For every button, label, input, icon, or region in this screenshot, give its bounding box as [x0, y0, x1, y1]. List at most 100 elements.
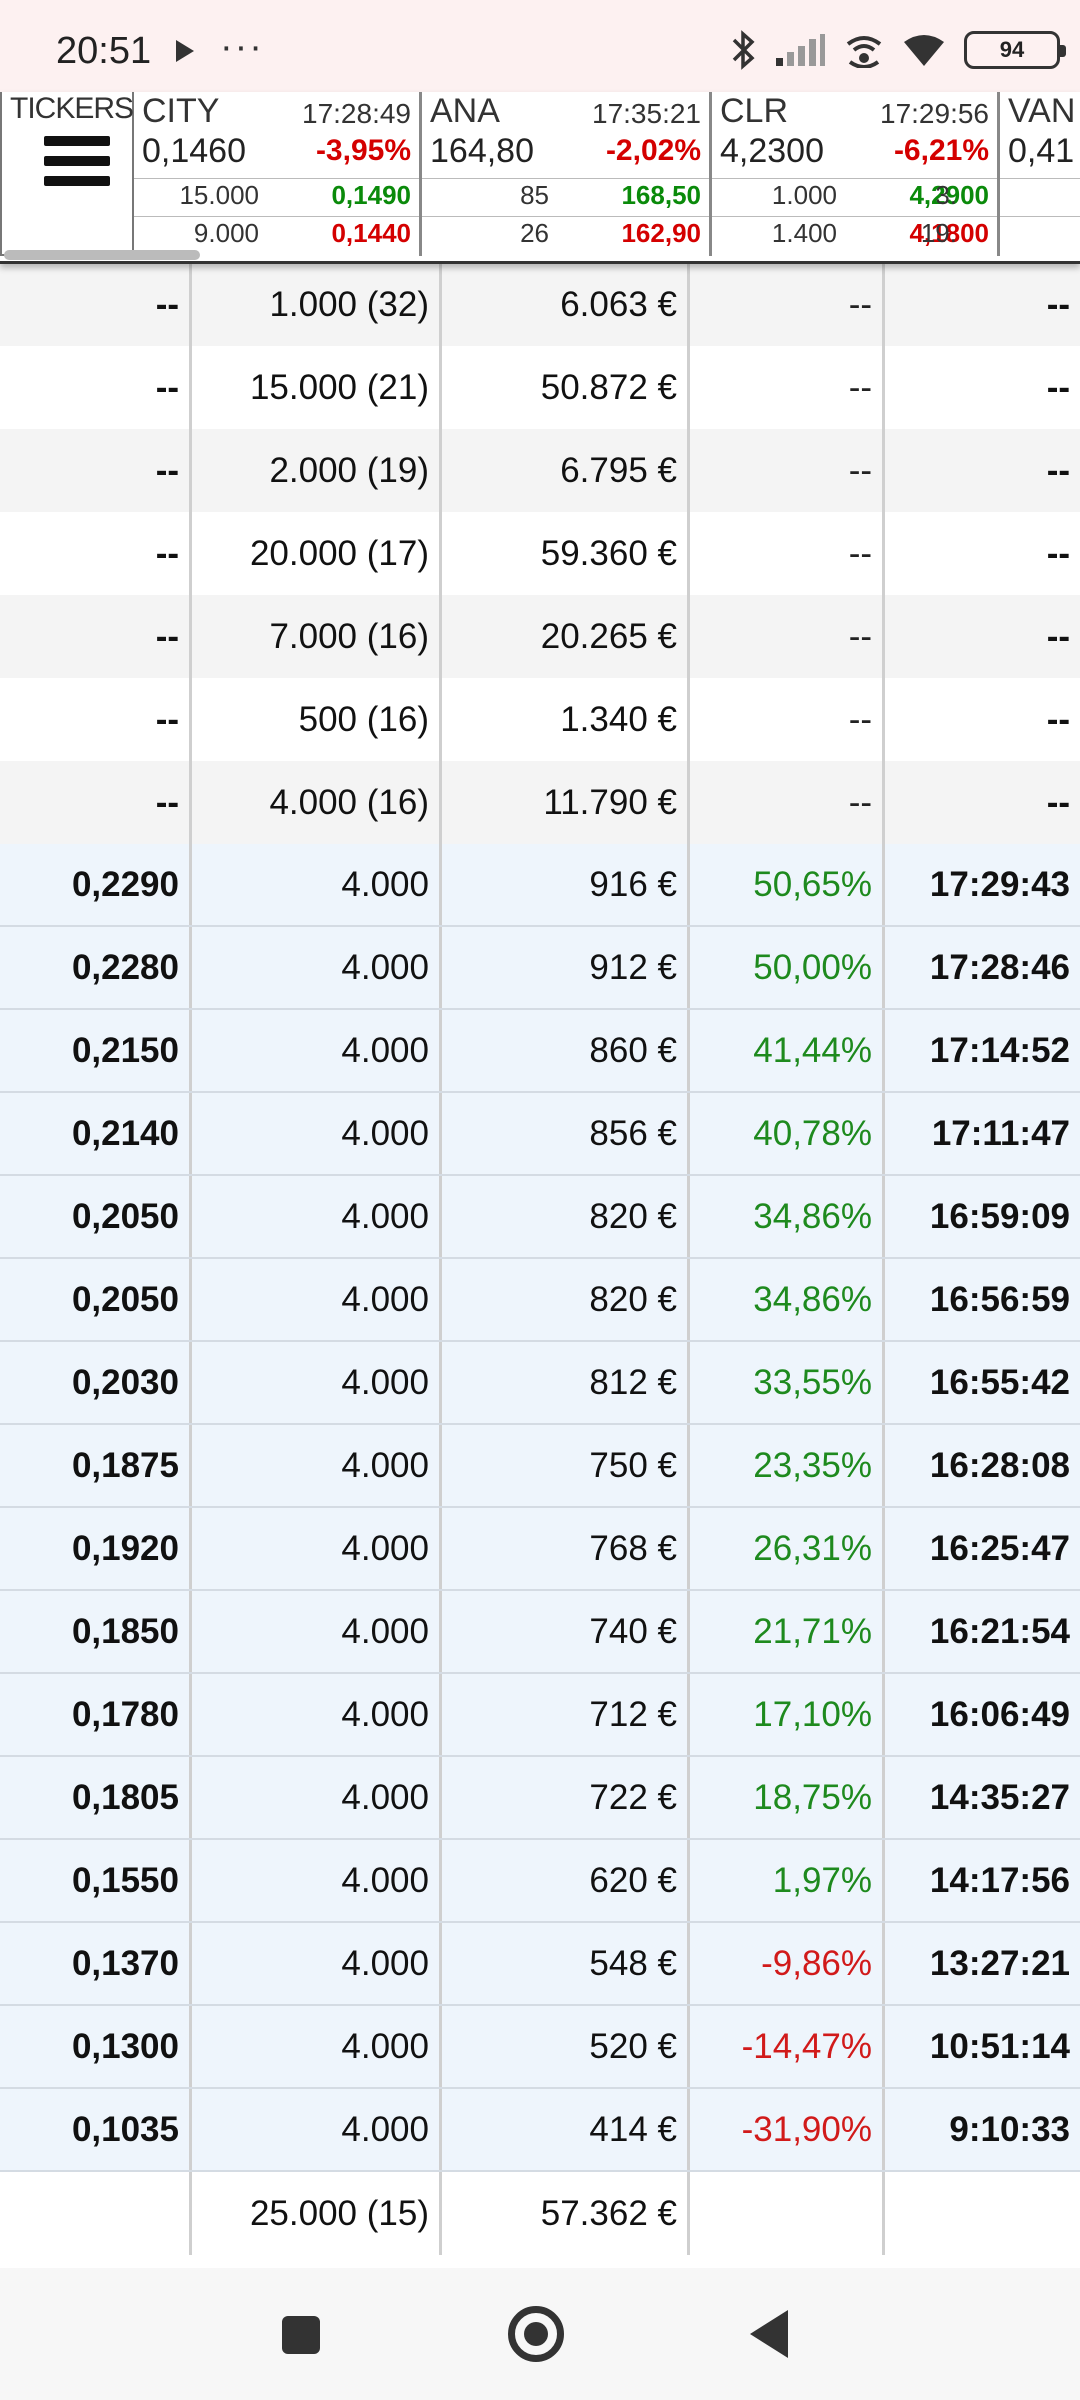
trade-row[interactable]: 0,1850 4.000 740 €21,71% 16:21:54	[0, 1591, 1080, 1674]
order-price-cell: --	[0, 346, 192, 429]
trade-value-cell: 520 €	[442, 2006, 690, 2087]
ticker-ask-qty: 1.400	[771, 218, 837, 248]
order-pct-cell: --	[690, 263, 885, 346]
trade-price-cell: 0,1780	[0, 1674, 192, 1755]
order-row[interactable]: -- 15.000 (21) 50.872 € -- --	[0, 346, 1080, 429]
trade-price-cell: 0,1300	[0, 2006, 192, 2087]
trade-row[interactable]: 0,1920 4.000 768 €26,31% 16:25:47	[0, 1508, 1080, 1591]
trade-row[interactable]: 0,2150 4.000 860 €41,44% 17:14:52	[0, 1010, 1080, 1093]
trade-time-cell: 17:28:46	[929, 947, 1070, 987]
home-circle-icon[interactable]	[508, 2306, 564, 2362]
order-time-cell: --	[1046, 616, 1070, 656]
trade-value-cell: 712 €	[442, 1674, 690, 1755]
order-value-cell: 6.795 €	[442, 429, 690, 512]
order-value-cell: 50.872 €	[442, 346, 690, 429]
order-value-cell: 11.790 €	[442, 761, 690, 844]
ticker-card-ana[interactable]: ANA 17:35:21 164,80 -2,02% 85 168,50 26 162,90	[422, 92, 712, 256]
trade-row[interactable]: 0,2280 4.000 912 €50,00% 17:28:46	[0, 927, 1080, 1010]
trade-time-cell: 16:21:54	[929, 1611, 1070, 1651]
status-bar: 20:51 ··· 94	[0, 0, 1080, 92]
order-row[interactable]: -- 500 (16) 1.340 € -- --	[0, 678, 1080, 761]
ticker-ask-qty: 9.000	[193, 218, 259, 248]
trade-qty-cell: 4.000	[192, 2089, 442, 2170]
trade-qty-cell: 4.000	[192, 1757, 442, 1838]
trade-change-cell: 40,78%	[690, 1093, 885, 1174]
trade-qty-cell: 4.000	[192, 1093, 442, 1174]
trade-value-cell: 856 €	[442, 1093, 690, 1174]
trade-qty-cell: 4.000	[192, 2006, 442, 2087]
bluetooth-icon	[732, 30, 755, 70]
ticker-time: 17:28:49	[302, 98, 411, 129]
trade-time-cell: 10:51:14	[929, 2026, 1070, 2066]
recents-square-icon[interactable]	[282, 2316, 320, 2354]
trade-row[interactable]: 0,2050 4.000 820 €34,86% 16:59:09	[0, 1176, 1080, 1259]
ticker-ask: 0,1440	[331, 218, 411, 248]
tickers-menu-button[interactable]: TICKERS	[0, 92, 134, 256]
trade-row[interactable]: 0,1780 4.000 712 €17,10% 16:06:49	[0, 1674, 1080, 1757]
trade-time-cell: 16:56:59	[929, 1279, 1070, 1319]
ticker-scrollbar[interactable]	[4, 250, 200, 260]
trade-qty-cell: 4.000	[192, 1840, 442, 1921]
trade-qty-cell: 4.000	[192, 1259, 442, 1340]
trade-qty-cell: 4.000	[192, 1674, 442, 1755]
order-row[interactable]: -- 1.000 (32) 6.063 € -- --	[0, 263, 1080, 346]
trade-qty-cell: 4.000	[192, 1591, 442, 1672]
trade-change-cell: -31,90%	[690, 2089, 885, 2170]
tickers-label: TICKERS	[10, 92, 134, 125]
ticker-bid: 0,1490	[331, 180, 411, 210]
trade-row[interactable]: 0,1370 4.000 548 € -9,86% 13:27:21	[0, 1923, 1080, 2006]
ticker-price: 0,1460	[142, 132, 246, 170]
order-row[interactable]: 25.000 (15) 57.362 €	[0, 2172, 1080, 2255]
trade-price-cell: 0,1920	[0, 1508, 192, 1589]
trade-change-cell: 34,86%	[690, 1259, 885, 1340]
ticker-card-city[interactable]: CITY 17:28:49 0,1460 -3,95% 15.000 0,1490 9.00…	[134, 92, 422, 256]
trade-value-cell: 916 €	[442, 844, 690, 925]
trade-qty-cell: 4.000	[192, 1010, 442, 1091]
trade-row[interactable]: 0,2030 4.000 812 €33,55% 16:55:42	[0, 1342, 1080, 1425]
trade-time-cell: 9:10:33	[949, 2109, 1070, 2149]
ticker-ask-qty: 19.	[920, 218, 957, 248]
trade-row[interactable]: 0,1035 4.000 414 € -31,90% 9:10:33	[0, 2089, 1080, 2172]
order-value-cell: 6.063 €	[442, 263, 690, 346]
order-qty-cell: 1.000 (32)	[192, 263, 442, 346]
trade-row[interactable]: 0,1550 4.000 620 €1,97% 14:17:56	[0, 1840, 1080, 1923]
order-qty-cell: 7.000 (16)	[192, 595, 442, 678]
ticker-symbol: CITY	[142, 92, 220, 130]
back-triangle-icon[interactable]	[750, 2310, 788, 2358]
order-pct-cell: --	[690, 678, 885, 761]
order-row[interactable]: -- 20.000 (17) 59.360 € -- --	[0, 512, 1080, 595]
trade-row[interactable]: 0,2290 4.000 916 €50,65% 17:29:43	[0, 844, 1080, 927]
trade-change-cell: 41,44%	[690, 1010, 885, 1091]
trade-price-cell: 0,1875	[0, 1425, 192, 1506]
trade-price-cell: 0,2030	[0, 1342, 192, 1423]
trade-value-cell: 820 €	[442, 1259, 690, 1340]
trade-change-cell: -9,86%	[690, 1923, 885, 2004]
trade-qty-cell: 4.000	[192, 927, 442, 1008]
trade-qty-cell: 4.000	[192, 1425, 442, 1506]
trade-change-cell: 33,55%	[690, 1342, 885, 1423]
trade-row[interactable]: 0,1300 4.000 520 € -14,47% 10:51:14	[0, 2006, 1080, 2089]
ticker-card-van[interactable]: VAN 0,41 3. 19.	[921, 92, 1080, 256]
ticker-bid-qty: 3.	[935, 180, 957, 210]
ticker-bid-qty: 15.000	[179, 180, 259, 210]
trade-price-cell: 0,1035	[0, 2089, 192, 2170]
trade-change-cell: 17,10%	[690, 1674, 885, 1755]
ticker-time: 17:29:56	[880, 98, 989, 129]
trade-row[interactable]: 0,1875 4.000 750 €23,35% 16:28:08	[0, 1425, 1080, 1508]
trade-row[interactable]: 0,2050 4.000 820 €34,86% 16:56:59	[0, 1259, 1080, 1342]
ticker-bid-qty: 85	[520, 180, 549, 210]
ticker-ask-qty: 26	[520, 218, 549, 248]
ticker-symbol: ANA	[430, 92, 500, 130]
ticker-change: -3,95%	[315, 134, 411, 167]
order-price-cell: --	[0, 429, 192, 512]
order-row[interactable]: -- 7.000 (16) 20.265 € -- --	[0, 595, 1080, 678]
trade-row[interactable]: 0,1805 4.000 722 €18,75% 14:35:27	[0, 1757, 1080, 1840]
order-pct-cell: --	[690, 346, 885, 429]
trade-time-cell: 16:28:08	[929, 1445, 1070, 1485]
order-time-cell: --	[1046, 284, 1070, 324]
trade-row[interactable]: 0,2140 4.000 856 €40,78% 17:11:47	[0, 1093, 1080, 1176]
trade-price-cell: 0,1550	[0, 1840, 192, 1921]
order-row[interactable]: -- 4.000 (16) 11.790 € -- --	[0, 761, 1080, 844]
trade-change-cell: -14,47%	[690, 2006, 885, 2087]
order-row[interactable]: -- 2.000 (19) 6.795 € -- --	[0, 429, 1080, 512]
